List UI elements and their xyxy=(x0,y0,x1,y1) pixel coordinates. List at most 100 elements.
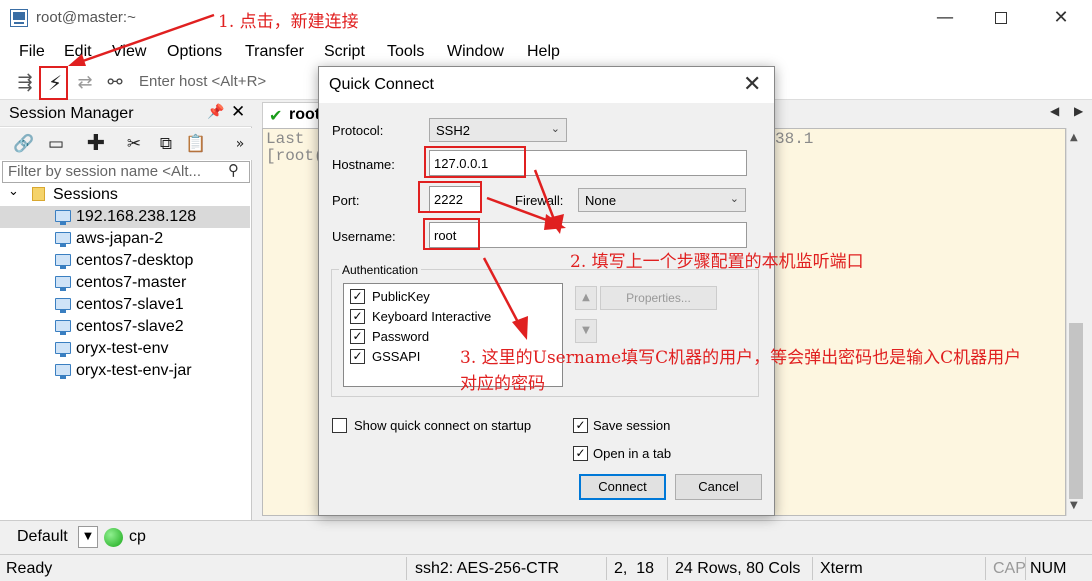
username-label: Username: xyxy=(332,229,396,244)
firewall-value: None xyxy=(585,193,617,208)
auth-checkbox[interactable]: ✓ xyxy=(350,289,365,304)
auth-method-label: Password xyxy=(372,329,430,344)
disconnect-icon[interactable]: ⚯ xyxy=(102,70,128,96)
protocol-value: SSH2 xyxy=(436,123,470,138)
paste-icon[interactable]: 📋 xyxy=(184,132,208,156)
tab-next-icon[interactable]: ▶ xyxy=(1074,104,1083,118)
window-icon[interactable]: ▭ xyxy=(44,132,68,156)
computer-icon xyxy=(55,320,71,335)
scroll-down-icon[interactable]: ▼ xyxy=(1070,500,1078,511)
status-divider xyxy=(1025,557,1026,580)
status-divider xyxy=(812,557,813,580)
session-item[interactable]: centos7-slave2 xyxy=(0,316,250,338)
scroll-up-icon[interactable]: ▲ xyxy=(1070,132,1078,143)
menu-tools[interactable]: Tools xyxy=(387,43,424,61)
open-in-tab-checkbox[interactable]: ✓ xyxy=(573,446,588,461)
connect-icon[interactable]: ⇶ xyxy=(12,70,38,96)
close-window-button[interactable]: ✕ xyxy=(1046,6,1076,30)
auth-method-label: GSSAPI xyxy=(372,349,421,364)
connected-check-icon: ✔ xyxy=(269,106,283,125)
close-panel-icon[interactable]: ✕ xyxy=(231,102,245,122)
session-label: centos7-master xyxy=(76,274,187,291)
status-ready: Ready xyxy=(6,560,53,577)
status-cipher: ssh2: AES-256-CTR xyxy=(415,560,560,577)
session-item[interactable]: centos7-master xyxy=(0,272,250,294)
menu-window[interactable]: Window xyxy=(447,43,504,61)
dialog-close-button[interactable]: ✕ xyxy=(743,72,761,97)
scrollbar-thumb[interactable] xyxy=(1069,323,1083,499)
cp-button[interactable]: cp xyxy=(129,528,146,546)
auth-method-label: Keyboard Interactive xyxy=(372,309,492,324)
session-item[interactable]: centos7-slave1 xyxy=(0,294,250,316)
session-item[interactable]: oryx-test-env xyxy=(0,338,250,360)
dialog-title: Quick Connect xyxy=(329,76,434,93)
session-manager-header: Session Manager 📌 ✕ xyxy=(0,100,252,127)
session-filter-input[interactable]: Filter by session name <Alt... xyxy=(2,161,250,183)
session-manager-title: Session Manager xyxy=(9,105,134,122)
status-terminal-type: Xterm xyxy=(820,560,863,577)
securecrt-app-icon xyxy=(10,9,28,27)
button-bar-dropdown[interactable]: ▼ xyxy=(78,526,98,548)
copy-icon[interactable]: ⧉ xyxy=(154,132,178,156)
session-label: oryx-test-env xyxy=(76,340,169,357)
annotation-step3-continued: 对应的密码 xyxy=(460,374,545,394)
menu-view[interactable]: View xyxy=(112,43,146,61)
maximize-button[interactable] xyxy=(986,6,1016,30)
quick-connect-highlight xyxy=(39,66,68,100)
move-down-button[interactable]: ▼ xyxy=(575,319,597,343)
session-label: oryx-test-env-jar xyxy=(76,362,192,379)
session-item[interactable]: aws-japan-2 xyxy=(0,228,250,250)
session-item[interactable]: 192.168.238.128 xyxy=(0,206,250,228)
add-session-icon[interactable]: ✚ xyxy=(84,132,108,156)
menu-options[interactable]: Options xyxy=(167,43,222,61)
computer-icon xyxy=(55,232,71,247)
show-on-startup-checkbox[interactable] xyxy=(332,418,347,433)
tab-prev-icon[interactable]: ◀ xyxy=(1050,104,1059,118)
sessions-folder[interactable]: ⌄ Sessions xyxy=(0,184,250,206)
cancel-button[interactable]: Cancel xyxy=(675,474,762,500)
more-tools-icon[interactable]: » xyxy=(228,132,252,156)
move-up-button[interactable]: ▲ xyxy=(575,286,597,310)
session-manager-toolbar: 🔗 ▭ ✚ ✂ ⧉ 📋 » xyxy=(0,128,252,160)
pin-icon[interactable]: 📌 xyxy=(207,104,224,120)
auth-checkbox[interactable]: ✓ xyxy=(350,309,365,324)
auth-checkbox[interactable]: ✓ xyxy=(350,349,365,364)
menu-edit[interactable]: Edit xyxy=(64,43,92,61)
session-label: aws-japan-2 xyxy=(76,230,164,247)
connect-button[interactable]: Connect xyxy=(579,474,666,500)
title-bar: root@master:~ — ✕ xyxy=(0,0,1092,38)
menu-transfer[interactable]: Transfer xyxy=(245,43,304,61)
link-icon[interactable]: 🔗 xyxy=(12,132,36,156)
expand-chevron-icon[interactable]: ⌄ xyxy=(8,184,19,199)
tab-label: root xyxy=(289,106,321,123)
computer-icon xyxy=(55,342,71,357)
open-in-tab-label: Open in a tab xyxy=(593,446,672,461)
enter-host-input[interactable]: Enter host <Alt+R> xyxy=(139,73,266,90)
properties-button[interactable]: Properties... xyxy=(600,286,717,310)
firewall-select[interactable]: None ⌄ xyxy=(578,188,746,212)
terminal-scrollbar[interactable]: ▲ ▼ xyxy=(1066,128,1084,516)
minimize-button[interactable]: — xyxy=(930,6,960,30)
session-label: 192.168.238.128 xyxy=(76,208,197,225)
cut-icon[interactable]: ✂ xyxy=(122,132,146,156)
status-cap: CAP xyxy=(993,560,1026,577)
reconnect-icon[interactable]: ⇄ xyxy=(72,70,98,96)
menu-bar: File Edit View Options Transfer Script T… xyxy=(0,38,1092,66)
menu-script[interactable]: Script xyxy=(324,43,365,61)
button-bar-name: Default xyxy=(17,528,68,545)
menu-help[interactable]: Help xyxy=(527,43,560,61)
session-item[interactable]: oryx-test-env-jar xyxy=(0,360,250,382)
auth-checkbox[interactable]: ✓ xyxy=(350,329,365,344)
session-item[interactable]: centos7-desktop xyxy=(0,250,250,272)
save-session-checkbox[interactable]: ✓ xyxy=(573,418,588,433)
chevron-down-icon: ⌄ xyxy=(729,192,739,205)
folder-icon xyxy=(32,187,45,201)
protocol-select[interactable]: SSH2 ⌄ xyxy=(429,118,567,142)
status-divider xyxy=(606,557,607,580)
status-bar: Ready ssh2: AES-256-CTR 2, 18 24 Rows, 8… xyxy=(0,554,1092,581)
menu-file[interactable]: File xyxy=(19,43,45,61)
annotation-step2: 2. 填写上一个步骤配置的本机监听端口 xyxy=(570,252,864,272)
maximize-icon xyxy=(995,12,1007,24)
search-icon[interactable]: ⚲ xyxy=(228,161,239,179)
terminal-fragment: 38.1 xyxy=(775,130,814,148)
